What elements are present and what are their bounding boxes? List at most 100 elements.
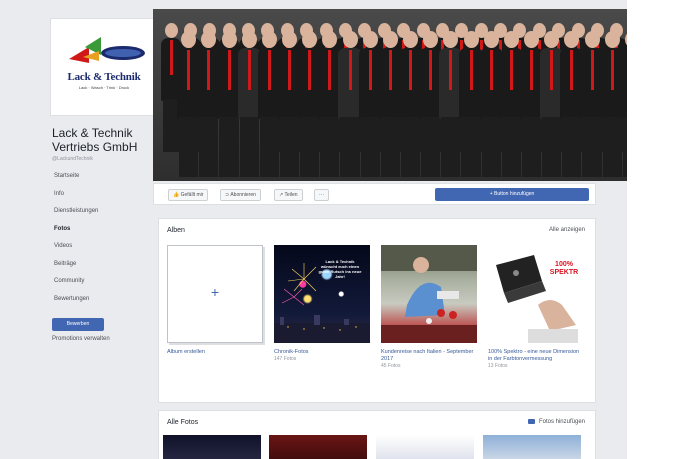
cover-person-legs [461,117,481,177]
cover-person-legs [400,117,421,177]
nav-item-startseite[interactable]: Startseite [52,168,152,186]
page-title[interactable]: Lack & Technik Vertriebs GmbH [52,126,156,154]
cover-person-head [382,31,398,49]
cover-person-head [463,31,479,49]
cover-person-legs [542,117,562,177]
more-button[interactable]: ··· [314,189,329,201]
left-sidebar: Lack & Technik Lack · Wasch · Trink · Dr… [50,0,154,459]
cover-person-legs [521,117,542,177]
promote-button[interactable]: Bewerben [52,318,104,331]
see-all-link[interactable]: Alle anzeigen [549,227,585,233]
cover-person-head [221,31,237,49]
cover-person-legs [562,117,582,177]
cover-person-head [261,31,277,49]
manage-promotions-link[interactable]: Promotions verwalten [52,336,110,342]
photo-thumbnail[interactable] [163,435,261,459]
cover-person-legs [300,117,320,177]
create-album-thumbnail[interactable]: + [167,245,263,343]
photo-thumbnail[interactable] [376,435,474,459]
nav-item-bewertungen[interactable]: Bewertungen [52,291,152,309]
cover-person-tie [590,50,594,90]
cover-person-tie [610,50,614,90]
nav-item-dienstleistungen[interactable]: Dienstleistungen [52,203,152,221]
cover-person-tie [288,50,291,90]
cover-person-tie [409,50,412,90]
album-count: 147 Fotos [274,356,297,362]
nav-item-info[interactable]: Info [52,186,152,204]
album-create[interactable]: + Album erstellen [167,245,263,356]
cover-person-tie [388,50,392,90]
nav-item-fotos[interactable]: Fotos [52,221,152,239]
like-label: Gefällt mir [180,192,204,198]
cover-person-legs [501,117,521,177]
share-label: Teilen [284,192,298,198]
cover-person-legs [199,117,219,177]
cover-person-head [164,23,178,38]
cover-person-legs [421,117,441,177]
nav-item-community[interactable]: Community [52,273,152,291]
cover-person-tie [348,50,352,90]
cover-person-tie [227,50,231,90]
album-italien[interactable]: Kundenreise nach Italien - September 201… [381,245,477,370]
album-thumbnail-spektro[interactable]: 100% SPEKTR [488,245,584,343]
cover-person-legs [441,117,461,177]
album-name[interactable]: Chronik-Fotos [274,349,370,356]
page-navigation: Startseite Info Dienstleistungen Fotos V… [52,168,152,308]
all-photos-title: Alle Fotos [167,419,199,426]
album-name[interactable]: 100% Spektro - eine neue Dimension in de… [488,349,584,363]
cover-person-tie [469,50,473,90]
cover-person-head [342,31,358,49]
profile-picture[interactable]: Lack & Technik Lack · Wasch · Trink · Dr… [50,18,154,116]
thumbs-up-icon: 👍 [173,192,180,198]
spektro-device-graphic [496,255,578,343]
cover-person-head [241,31,257,49]
album-count: 13 Fotos [488,363,508,369]
cover-person-legs [340,117,360,177]
album-chronik[interactable]: Lack & Technik wünscht euch einen guten … [274,245,370,363]
photo-thumbnail[interactable] [269,435,367,459]
cover-person-legs [481,117,501,177]
cover-person-tie [328,50,332,90]
albums-panel: Alben Alle anzeigen + Album erstellen La… [158,218,596,403]
cover-person-legs [179,117,199,177]
cover-person-tie [570,50,574,90]
cover-person-head [604,31,620,49]
cover-person-legs [360,117,380,177]
album-name[interactable]: Album erstellen [167,349,263,356]
album-thumbnail-fireworks[interactable]: Lack & Technik wünscht euch einen guten … [274,245,370,343]
album-spektro[interactable]: 100% SPEKTR 100% Spektro - eine neue Dim… [488,245,584,370]
spektro-overlay-text: 100% SPEKTR [549,261,579,276]
cover-photo[interactable] [153,9,673,181]
page-title-line2: Vertriebs GmbH [52,140,138,154]
cover-person-tie [530,50,533,90]
photo-thumbnail[interactable] [483,435,581,459]
plus-icon: + [210,284,220,300]
nav-item-beitraege[interactable]: Beiträge [52,256,152,274]
nav-item-videos[interactable]: Videos [52,238,152,256]
add-photos-label: Fotos hinzufügen [538,419,585,426]
add-photos-link[interactable]: Fotos hinzufügen [527,419,585,426]
subscribe-button[interactable]: ⊃ Abonnieren [220,189,261,201]
rss-icon: ⊃ [225,192,230,198]
album-thumbnail-tour[interactable] [381,245,477,343]
cover-person-tie [509,50,513,90]
right-margin [627,0,680,459]
add-button[interactable]: + Button hinzufügen [435,188,589,201]
like-button[interactable]: 👍 Gefällt mir [168,189,209,201]
cover-person-legs [602,117,622,177]
cover-person-tie [247,50,251,90]
page-action-bar: 👍 Gefällt mir ⊃ Abonnieren ↗ Teilen ··· … [153,183,596,205]
page-title-line1: Lack & Technik [52,126,133,140]
company-logo: Lack & Technik Lack · Wasch · Trink · Dr… [55,29,151,105]
subscribe-label: Abonnieren [230,192,256,198]
page-handle[interactable]: @LackundTechnik [52,156,93,162]
cover-person-legs [219,117,239,177]
cover-person-legs [279,117,300,177]
cover-person-head [503,31,519,49]
cover-person-tie [169,40,173,76]
share-button[interactable]: ↗ Teilen [274,189,303,201]
fireworks-graphic [274,263,370,343]
cover-person-legs [259,117,279,177]
album-name[interactable]: Kundenreise nach Italien - September 201… [381,349,477,363]
logo-subtitle: Lack · Wasch · Trink · Druck [78,85,130,90]
